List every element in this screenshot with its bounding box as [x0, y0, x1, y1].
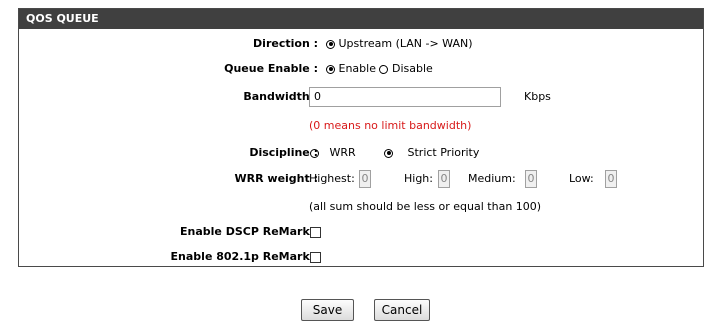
wrr-medium-label: Medium: [468, 172, 516, 185]
wrr-highest-input[interactable]: 0 [359, 170, 371, 188]
dot1p-remark-row: Enable 802.1p ReMark : [19, 247, 703, 267]
direction-value: Upstream (LAN -> WAN) [326, 34, 473, 54]
bandwidth-unit: Kbps [524, 90, 551, 103]
qos-queue-panel: QOS QUEUE Direction : Upstream (LAN -> W… [18, 8, 704, 267]
save-button[interactable]: Save [301, 299, 354, 321]
discipline-wrr-label: WRR [329, 146, 356, 159]
queue-disable-radio[interactable] [379, 64, 389, 74]
dscp-remark-value [310, 222, 321, 242]
dscp-remark-row: Enable DSCP ReMark : [19, 222, 703, 242]
wrr-low-label: Low: [569, 172, 594, 185]
bandwidth-label: Bandwidth : [243, 90, 318, 103]
queue-enable-row: Queue Enable : Enable Disable [19, 59, 703, 79]
wrr-high-label: High: [404, 172, 433, 185]
dot1p-remark-checkbox[interactable] [310, 251, 321, 263]
wrr-weight-label: WRR weight : [234, 172, 319, 185]
cancel-button[interactable]: Cancel [374, 299, 430, 321]
bandwidth-hint-row: (0 means no limit bandwidth) [19, 116, 703, 136]
dot1p-remark-value [310, 247, 321, 267]
direction-label: Direction : [253, 37, 318, 50]
dscp-remark-checkbox[interactable] [310, 226, 321, 238]
bandwidth-hint: (0 means no limit bandwidth) [309, 119, 472, 132]
discipline-label: Discipline : [249, 146, 318, 159]
direction-upstream-label: Upstream (LAN -> WAN) [338, 37, 473, 50]
wrr-low-input[interactable]: 0 [605, 170, 617, 188]
wrr-medium-input[interactable]: 0 [525, 170, 537, 188]
dscp-remark-label: Enable DSCP ReMark : [180, 225, 318, 238]
discipline-wrr-radio[interactable] [310, 148, 319, 158]
queue-enable-label: Queue Enable : [224, 62, 318, 75]
bandwidth-row: Bandwidth : 0 Kbps [19, 86, 703, 108]
discipline-strict: Strict Priority [384, 143, 479, 163]
queue-disable-option-label: Disable [391, 62, 433, 75]
wrr-high-input[interactable]: 0 [438, 170, 450, 188]
wrr-note: (all sum should be less or equal than 10… [309, 200, 542, 213]
bandwidth-input[interactable]: 0 [309, 87, 501, 107]
panel-title: QOS QUEUE [19, 9, 703, 29]
wrr-highest-label: Highest: [309, 172, 355, 185]
discipline-strict-label: Strict Priority [407, 146, 480, 159]
discipline-row: Discipline : WRR Strict Priority [19, 143, 703, 163]
wrr-note-row: (all sum should be less or equal than 10… [19, 197, 703, 217]
direction-row: Direction : Upstream (LAN -> WAN) [19, 34, 703, 54]
queue-enable-value: Enable Disable [326, 59, 433, 79]
queue-enable-option-label: Enable [338, 62, 376, 75]
queue-enable-radio[interactable] [326, 64, 335, 74]
wrr-weight-row: WRR weight : Highest: 0 High: 0 Medium: … [19, 169, 703, 189]
dot1p-remark-label: Enable 802.1p ReMark : [170, 250, 318, 263]
direction-upstream-radio[interactable] [326, 39, 335, 49]
discipline-wrr: WRR [310, 143, 356, 163]
discipline-strict-radio[interactable] [384, 148, 393, 158]
